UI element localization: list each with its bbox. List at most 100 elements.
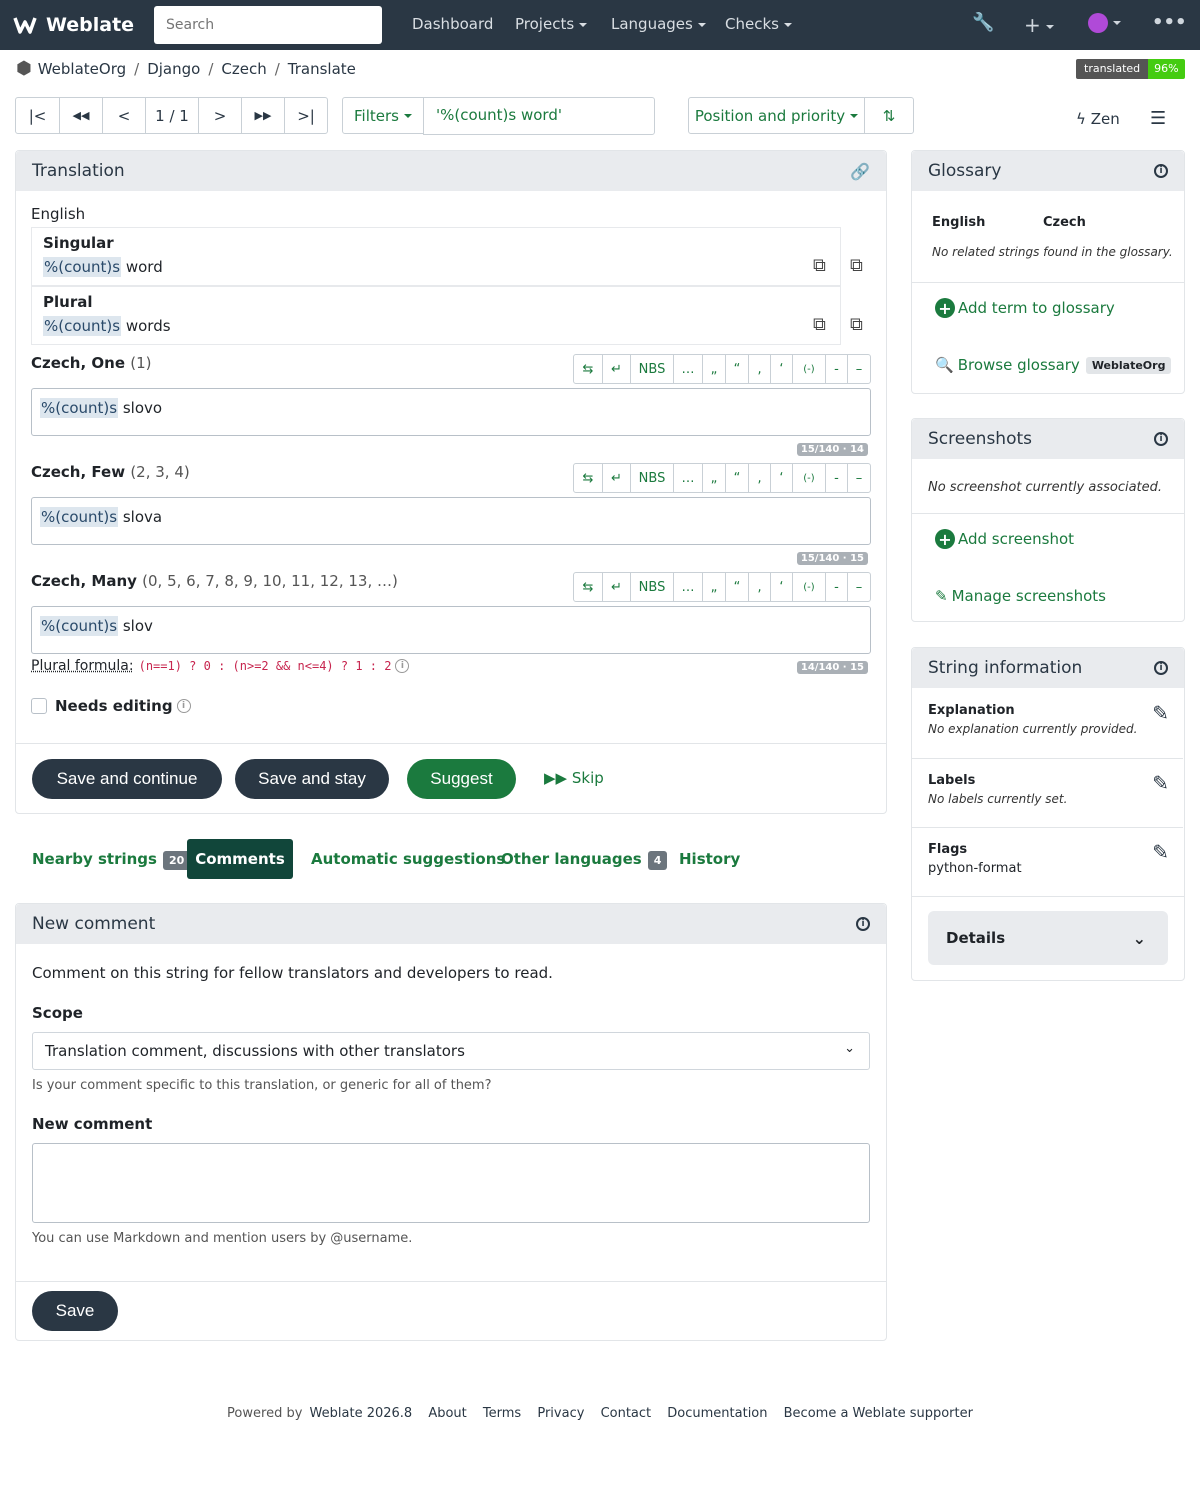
new-comment-textarea[interactable] [32, 1143, 870, 1223]
toolbar-single-high-button[interactable]: ‘ [771, 355, 793, 383]
clone-to-translation-icon[interactable]: ⧉ [850, 255, 863, 276]
settings-sliders-icon[interactable]: ☰ [1150, 108, 1166, 129]
nav-languages[interactable]: Languages [611, 15, 706, 33]
toolbar-dash-button[interactable]: – [848, 573, 870, 601]
copy-icon[interactable]: ⧉ [813, 314, 826, 335]
needs-editing-label[interactable]: Needs editing [55, 697, 173, 715]
tab-comments[interactable]: Comments [187, 839, 293, 879]
search-input[interactable] [154, 6, 382, 44]
toolbar-hyphen-button[interactable]: - [826, 355, 848, 383]
toolbar-single-low-button[interactable]: ‚ [749, 355, 771, 383]
toolbar-rtl-button[interactable]: ⇆ [574, 355, 603, 383]
add-screenshot-link[interactable]: + Add screenshot [935, 529, 1074, 549]
toolbar-newline-button[interactable]: ↵ [603, 573, 631, 601]
edit-explanation-icon[interactable]: ✎ [1152, 701, 1169, 725]
toolbar-quote-low-button[interactable]: „ [703, 464, 726, 492]
link-icon[interactable]: 🔗 [850, 162, 870, 181]
needs-editing-checkbox[interactable] [31, 698, 47, 714]
save-continue-button[interactable]: Save and continue [32, 759, 222, 799]
sort-direction-button[interactable]: ⇅ [865, 98, 913, 133]
toolbar-rtl-button[interactable]: ⇆ [574, 464, 603, 492]
edit-flags-icon[interactable]: ✎ [1152, 840, 1169, 864]
breadcrumb-project[interactable]: WeblateOrg [38, 60, 126, 78]
previous-button[interactable]: < [103, 98, 146, 133]
toolbar-newline-button[interactable]: ↵ [603, 355, 631, 383]
sort-dropdown[interactable]: Position and priority [689, 98, 865, 133]
toolbar-single-low-button[interactable]: ‚ [749, 573, 771, 601]
footer-terms[interactable]: Terms [483, 1406, 521, 1421]
details-accordion[interactable]: Details ⌄ [928, 911, 1168, 965]
breadcrumb-language[interactable]: Czech [221, 60, 266, 78]
info-icon[interactable]: i [1154, 164, 1168, 178]
browse-glossary-link[interactable]: 🔍 Browse glossary WeblateOrg [935, 356, 1172, 374]
save-stay-button[interactable]: Save and stay [235, 759, 389, 799]
toolbar-nbsp-button[interactable]: NBS [631, 573, 674, 601]
tab-history[interactable]: History [679, 850, 740, 868]
toolbar-quote-low-button[interactable]: „ [703, 573, 726, 601]
toolbar-nbsp-button[interactable]: NBS [631, 464, 674, 492]
weblate-logo[interactable]: Weblate [12, 14, 142, 36]
user-menu[interactable] [1088, 12, 1121, 33]
translation-few-textarea[interactable]: %(count)s slova [31, 497, 871, 545]
edit-labels-icon[interactable]: ✎ [1152, 771, 1169, 795]
add-menu[interactable]: + [1024, 13, 1054, 37]
translated-badge[interactable]: translated 96% [1076, 59, 1185, 79]
manage-screenshots-link[interactable]: ✎ Manage screenshots [935, 587, 1106, 605]
toolbar-quote-high-button[interactable]: “ [726, 355, 749, 383]
wrench-icon[interactable]: 🔧 [972, 12, 994, 33]
toolbar-quote-high-button[interactable]: “ [726, 464, 749, 492]
first-button[interactable]: |< [16, 98, 60, 133]
toolbar-rtl-button[interactable]: ⇆ [574, 573, 603, 601]
toolbar-parens-button[interactable]: (-) [793, 573, 826, 601]
footer-weblate-version[interactable]: Weblate 2026.8 [310, 1406, 413, 1421]
toolbar-dash-button[interactable]: – [848, 464, 870, 492]
breadcrumb-component[interactable]: Django [147, 60, 200, 78]
toolbar-nbsp-button[interactable]: NBS [631, 355, 674, 383]
breadcrumb-current[interactable]: Translate [288, 60, 356, 78]
footer-privacy[interactable]: Privacy [537, 1406, 584, 1421]
info-icon[interactable]: i [395, 659, 410, 673]
clone-to-translation-icon[interactable]: ⧉ [850, 314, 863, 335]
nav-checks[interactable]: Checks [725, 15, 792, 33]
toolbar-hyphen-button[interactable]: - [826, 573, 848, 601]
toolbar-ellipsis-button[interactable]: … [674, 464, 703, 492]
nav-dashboard[interactable]: Dashboard [412, 15, 493, 33]
save-comment-button[interactable]: Save [32, 1291, 118, 1331]
previous-fast-button[interactable]: ◀◀ [60, 98, 103, 133]
zen-button[interactable]: ϟ Zen [1076, 110, 1120, 128]
info-icon[interactable]: i [856, 917, 870, 931]
translation-one-textarea[interactable]: %(count)s slovo [31, 388, 871, 436]
next-button[interactable]: > [199, 98, 242, 133]
toolbar-quote-high-button[interactable]: “ [726, 573, 749, 601]
footer-about[interactable]: About [428, 1406, 466, 1421]
toolbar-dash-button[interactable]: – [848, 355, 870, 383]
tab-automatic-suggestions[interactable]: Automatic suggestions [311, 850, 505, 868]
next-fast-button[interactable]: ▶▶ [242, 98, 285, 133]
footer-supporter[interactable]: Become a Weblate supporter [784, 1406, 973, 1421]
info-icon[interactable]: i [1154, 432, 1168, 446]
toolbar-ellipsis-button[interactable]: … [674, 355, 703, 383]
toolbar-newline-button[interactable]: ↵ [603, 464, 631, 492]
toolbar-ellipsis-button[interactable]: … [674, 573, 703, 601]
info-icon[interactable]: i [1154, 661, 1168, 675]
filter-query-input[interactable]: '%(count)s word' [423, 97, 655, 135]
nav-projects[interactable]: Projects [515, 15, 588, 33]
more-menu-icon[interactable]: ••• [1152, 12, 1187, 33]
toolbar-single-high-button[interactable]: ‘ [771, 464, 793, 492]
tab-other-languages[interactable]: Other languages 4 [501, 850, 668, 870]
toolbar-parens-button[interactable]: (-) [793, 464, 826, 492]
toolbar-single-high-button[interactable]: ‘ [771, 573, 793, 601]
scope-select[interactable]: Translation comment, discussions with ot… [32, 1032, 870, 1070]
footer-contact[interactable]: Contact [601, 1406, 652, 1421]
filters-dropdown[interactable]: Filters [342, 97, 424, 134]
toolbar-hyphen-button[interactable]: - [826, 464, 848, 492]
translation-many-textarea[interactable]: %(count)s slov [31, 606, 871, 654]
skip-button[interactable]: ▶▶ Skip [544, 769, 604, 787]
last-button[interactable]: >| [285, 98, 327, 133]
info-icon[interactable]: i [176, 699, 191, 713]
toolbar-single-low-button[interactable]: ‚ [749, 464, 771, 492]
tab-nearby-strings[interactable]: Nearby strings 20 [32, 850, 191, 870]
toolbar-parens-button[interactable]: (-) [793, 355, 826, 383]
footer-documentation[interactable]: Documentation [667, 1406, 767, 1421]
add-term-link[interactable]: + Add term to glossary [935, 298, 1115, 318]
